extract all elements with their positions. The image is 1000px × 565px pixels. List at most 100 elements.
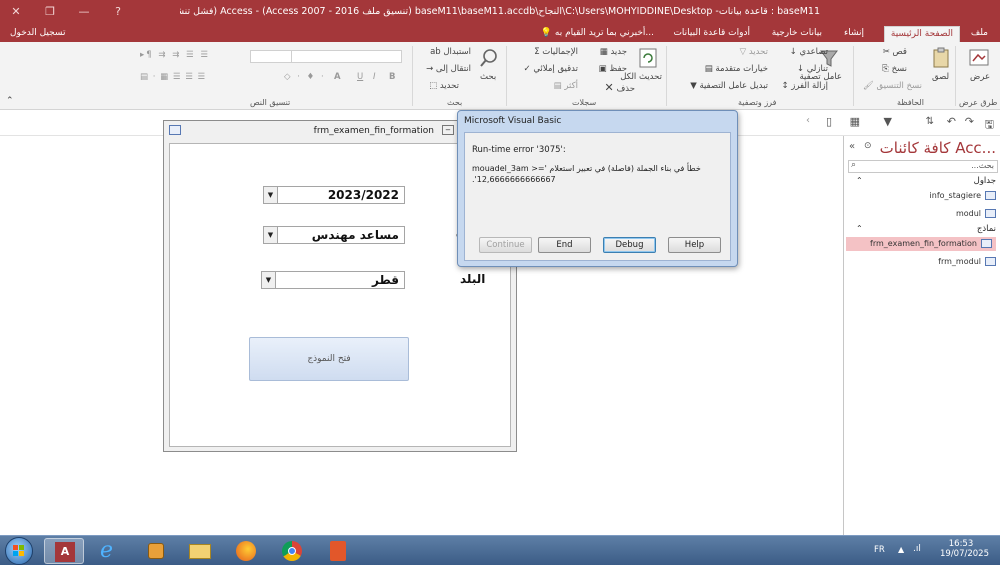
- taskbar-explorer[interactable]: [180, 538, 220, 564]
- new-page-icon[interactable]: ▯: [826, 115, 832, 128]
- clock-date: 19/07/2025: [940, 549, 989, 559]
- redo-icon[interactable]: ↷: [965, 115, 974, 128]
- help-button[interactable]: Help: [668, 237, 721, 253]
- input-language[interactable]: FR: [874, 545, 885, 555]
- select-button[interactable]: ⬚ تحديد: [429, 81, 459, 91]
- collapse-ribbon-icon[interactable]: ⌃: [6, 96, 14, 106]
- tab-external-data[interactable]: بيانات خارجية: [766, 26, 828, 42]
- clock[interactable]: 16:53 19/07/2025: [940, 539, 989, 559]
- paragraph-icons: ▸¶ ⇉ ⇉ ☰ ☰: [140, 50, 210, 60]
- find-icon[interactable]: [478, 47, 500, 69]
- specialty-combobox[interactable]: ▼ مساعد مهندس: [263, 226, 405, 244]
- copy-button[interactable]: ⎘ نسخ: [882, 64, 907, 74]
- refresh-all-label[interactable]: تحديث الكل: [620, 72, 662, 82]
- help-icon[interactable]: ?: [108, 4, 128, 20]
- save-record-button[interactable]: ▣ حفظ: [599, 64, 627, 74]
- forms-section-header[interactable]: نماذج: [977, 224, 996, 234]
- chevron-down-icon[interactable]: ▼: [264, 227, 278, 243]
- chevron-up-icon[interactable]: ⌃: [856, 176, 863, 185]
- save-icon[interactable]: 🖫: [985, 116, 994, 135]
- replace-label: استبدال: [443, 47, 471, 57]
- minimize-icon[interactable]: −: [442, 125, 454, 135]
- nav-item-table[interactable]: modul: [956, 207, 996, 221]
- refresh-all-icon[interactable]: [637, 47, 659, 69]
- folder-icon: [189, 544, 211, 559]
- remove-sort-button[interactable]: ↕ إزالة الفرز: [781, 81, 828, 91]
- debug-button[interactable]: Debug: [603, 237, 656, 253]
- descending-button[interactable]: ↓ تنازلي: [797, 64, 828, 74]
- cut-button[interactable]: ✂ قص: [883, 47, 907, 57]
- spelling-button[interactable]: ✓ تدقيق إملائي: [523, 64, 578, 74]
- nav-item-form-selected[interactable]: frm_examen_fin_formation: [846, 237, 996, 251]
- ribbon-tabs: تسجيل الدخول ملف الصفحة الرئيسية إنشاء ب…: [0, 24, 1000, 42]
- taskbar-app[interactable]: [318, 538, 358, 564]
- tray-chevron-icon[interactable]: ▲: [898, 545, 904, 554]
- nav-item-table[interactable]: info_stagiere: [930, 189, 996, 203]
- nav-search-input[interactable]: بحث...: [848, 160, 998, 173]
- save-icon: ▣: [598, 64, 607, 74]
- paste-icon[interactable]: [930, 47, 952, 69]
- customize-qat-icon[interactable]: ‹: [806, 115, 810, 126]
- tab-file[interactable]: ملف: [965, 26, 994, 42]
- chevron-down-icon[interactable]: ▼: [262, 272, 276, 288]
- table-icon[interactable]: ▦: [850, 115, 860, 128]
- restore-icon[interactable]: ❐: [40, 4, 60, 20]
- taskbar-chrome[interactable]: [272, 538, 312, 564]
- font-color-button[interactable]: A: [334, 72, 341, 82]
- taskbar-ie[interactable]: e: [90, 538, 130, 564]
- continue-button[interactable]: Continue: [479, 237, 532, 253]
- goto-button[interactable]: → انتقال إلى: [426, 64, 471, 74]
- network-icon[interactable]: .ıl: [913, 544, 921, 554]
- delete-record-button[interactable]: ✕ حذف: [605, 81, 635, 94]
- totals-button[interactable]: Σ الإجماليات: [534, 47, 578, 57]
- more-button[interactable]: ▤ أكثر: [554, 81, 578, 91]
- selection-icon: ▽: [739, 47, 747, 57]
- start-button[interactable]: [5, 537, 33, 565]
- tab-home[interactable]: الصفحة الرئيسية: [883, 26, 960, 42]
- country-combobox[interactable]: ▼ قطر: [261, 271, 405, 289]
- paste-button-label[interactable]: لصق: [932, 72, 949, 82]
- chevron-down-icon[interactable]: ▼: [264, 187, 278, 203]
- windows-logo-icon: [13, 545, 24, 556]
- tell-me-box[interactable]: 💡 أخبرني بما تريد القيام به...: [535, 26, 660, 42]
- close-icon[interactable]: ✕: [6, 4, 26, 20]
- selection-button[interactable]: ▽ تحديد: [740, 47, 768, 57]
- separator: [853, 46, 854, 106]
- undo-icon[interactable]: ↶: [947, 115, 956, 128]
- minimize-icon[interactable]: —: [74, 4, 94, 20]
- taskbar-access[interactable]: A: [44, 538, 84, 564]
- view-icon[interactable]: [968, 47, 990, 69]
- underline-button[interactable]: U: [357, 72, 363, 82]
- chrome-center: [288, 547, 296, 555]
- replace-button[interactable]: ab استبدال: [430, 47, 471, 57]
- view-button-label[interactable]: عرض: [970, 72, 990, 82]
- descending-label: تنازلي: [806, 64, 828, 74]
- find-button-label[interactable]: بحث: [480, 72, 496, 82]
- nav-item-form[interactable]: frm_modul: [938, 255, 996, 269]
- taskbar-media-player[interactable]: [136, 538, 176, 564]
- collapse-pane-icon[interactable]: «: [849, 141, 855, 152]
- tab-create[interactable]: إنشاء: [838, 26, 870, 42]
- tab-database-tools[interactable]: أدوات قاعدة البيانات: [667, 26, 756, 42]
- italic-button[interactable]: I: [373, 72, 376, 82]
- tables-section-header[interactable]: جداول: [974, 176, 996, 186]
- advanced-button[interactable]: ▤ خيارات متقدمة: [705, 64, 768, 74]
- pane-menu-icon[interactable]: ⊙: [864, 141, 872, 151]
- toggle-filter-button[interactable]: ▼ تبديل عامل التصفية: [690, 81, 768, 91]
- new-record-button[interactable]: ▦ جديد: [600, 47, 627, 57]
- form-name: frm_modul: [938, 257, 981, 266]
- spelling-label: تدقيق إملائي: [533, 64, 578, 74]
- end-button[interactable]: End: [538, 237, 591, 253]
- chevron-up-icon[interactable]: ⌃: [856, 224, 863, 233]
- filter-icon[interactable]: ▼: [884, 115, 892, 128]
- bold-button[interactable]: B: [389, 72, 395, 82]
- sign-in-link[interactable]: تسجيل الدخول: [4, 26, 71, 42]
- year-combobox[interactable]: ▼ 2023/2022: [263, 186, 405, 204]
- sort-icon[interactable]: ⇅: [926, 116, 934, 127]
- dialog-title: Microsoft Visual Basic: [464, 116, 562, 126]
- format-painter-button[interactable]: 🖌 نسخ التنسيق: [863, 81, 922, 91]
- taskbar-firefox[interactable]: [226, 538, 266, 564]
- open-form-button[interactable]: فتح النموذج: [249, 337, 409, 381]
- ascending-button[interactable]: ↓ تصاعدي: [790, 47, 828, 57]
- font-size-select[interactable]: [250, 50, 292, 63]
